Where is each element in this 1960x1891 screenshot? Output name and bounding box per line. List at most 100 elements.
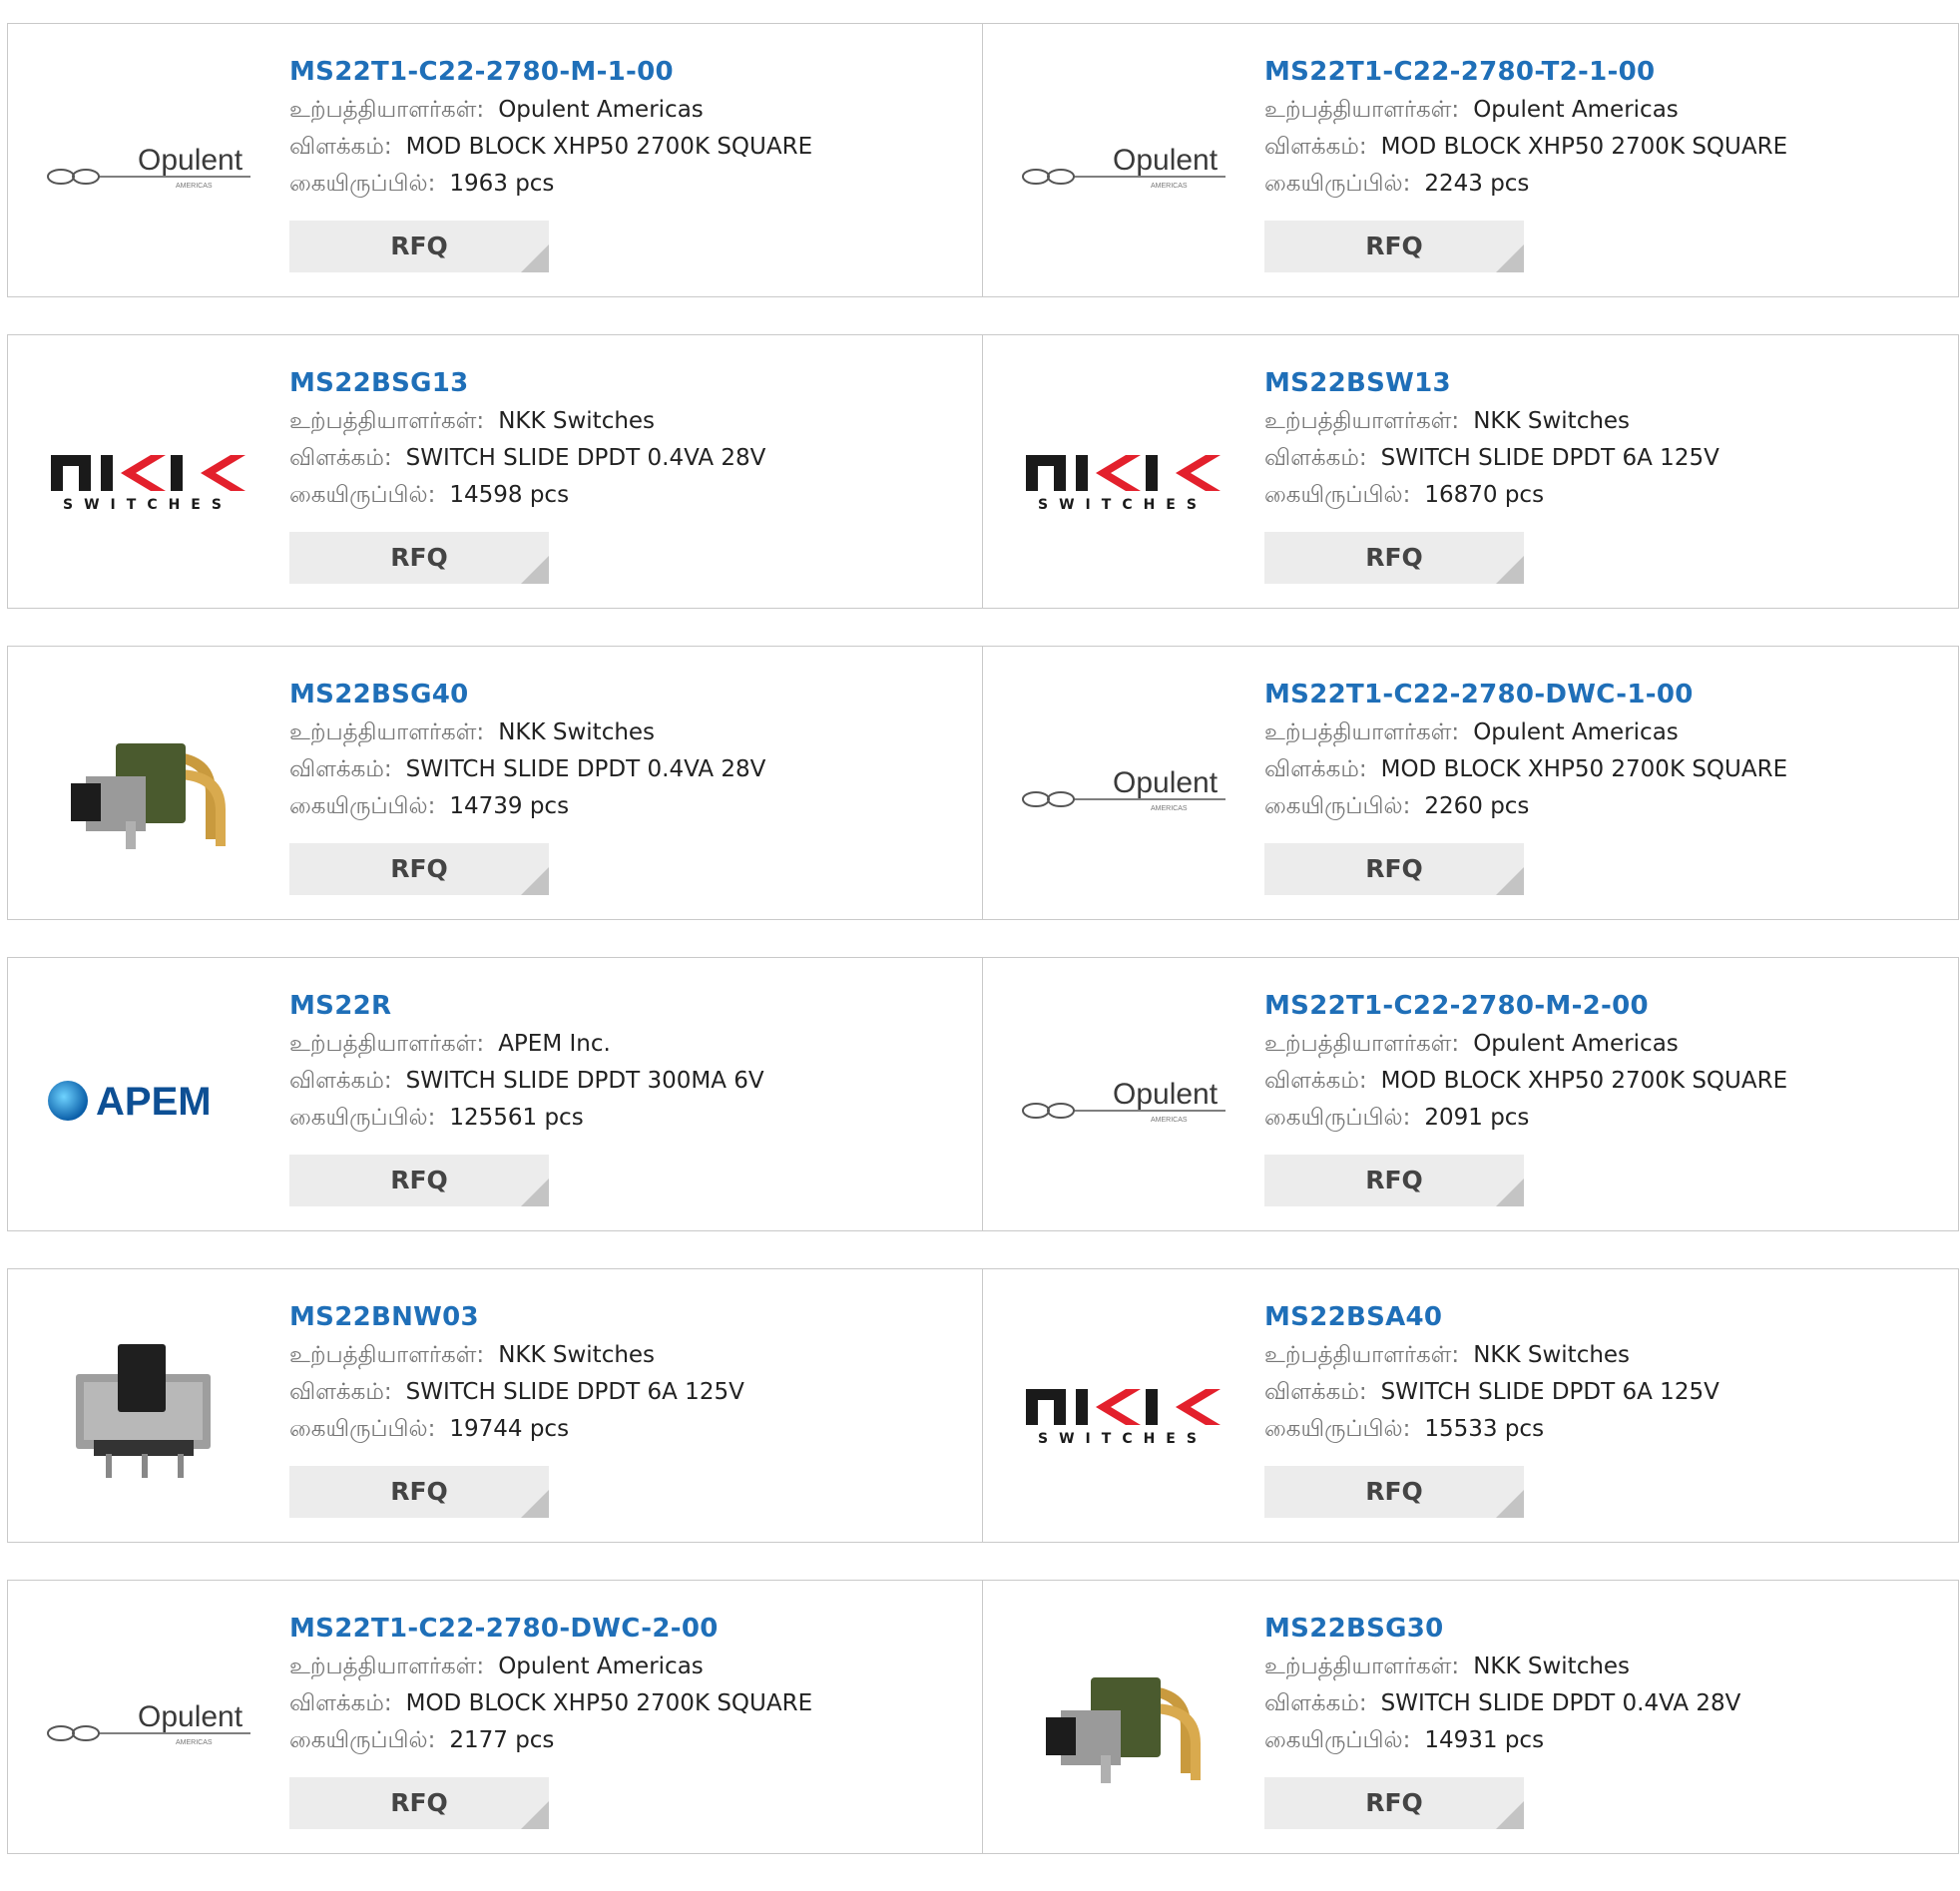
- stock-row: கையிருப்பில்: 1963 pcs: [289, 166, 812, 203]
- stock-value: 2177 pcs: [449, 1727, 555, 1753]
- part-number-link[interactable]: MS22BSA40: [1264, 1297, 1719, 1337]
- manufacturer-value: NKK Switches: [1473, 408, 1631, 434]
- part-number-link[interactable]: MS22T1-C22-2780-T2-1-00: [1264, 52, 1787, 92]
- stock-value: 14931 pcs: [1424, 1727, 1545, 1753]
- manufacturer-logo[interactable]: Opulent AMERICAS: [46, 1655, 250, 1790]
- manufacturer-logo[interactable]: SWITCHES: [1021, 1344, 1225, 1479]
- rfq-button[interactable]: RFQ: [289, 1155, 549, 1206]
- manufacturer-label: உற்பத்தியாளர்கள்:: [1264, 408, 1460, 434]
- part-number-link[interactable]: MS22BNW03: [289, 1297, 744, 1337]
- product-info: MS22BSG30 உற்பத்தியாளர்கள்: NKK Switches …: [1264, 1609, 1740, 1829]
- svg-text:AMERICAS: AMERICAS: [1151, 805, 1188, 812]
- manufacturer-logo[interactable]: SWITCHES: [46, 410, 250, 545]
- description-label: விளக்கம்:: [289, 445, 392, 471]
- description-label: விளக்கம்:: [1264, 445, 1367, 471]
- apem-logo-icon: APEM: [48, 1080, 212, 1124]
- description-value: MOD BLOCK XHP50 2700K SQUARE: [1380, 134, 1788, 160]
- manufacturer-logo[interactable]: [46, 1344, 250, 1479]
- rfq-button[interactable]: RFQ: [289, 221, 549, 272]
- part-number-link[interactable]: MS22BSG40: [289, 675, 765, 714]
- stock-label: கையிருப்பில்:: [1264, 1416, 1411, 1442]
- product-info: MS22T1-C22-2780-DWC-2-00 உற்பத்தியாளர்கள…: [289, 1609, 812, 1829]
- nkk-switches-logo-icon: SWITCHES: [1026, 454, 1221, 513]
- description-row: விளக்கம்: MOD BLOCK XHP50 2700K SQUARE: [1264, 129, 1787, 166]
- manufacturer-row: உற்பத்தியாளர்கள்: NKK Switches: [1264, 403, 1719, 440]
- product-info: MS22BSG13 உற்பத்தியாளர்கள்: NKK Switches …: [289, 363, 765, 584]
- rfq-button[interactable]: RFQ: [1264, 1155, 1524, 1206]
- product-info: MS22BSA40 உற்பத்தியாளர்கள்: NKK Switches …: [1264, 1297, 1719, 1518]
- rfq-button[interactable]: RFQ: [1264, 843, 1524, 895]
- rfq-button[interactable]: RFQ: [289, 1466, 549, 1518]
- description-value: SWITCH SLIDE DPDT 0.4VA 28V: [405, 756, 766, 782]
- product-card: Opulent AMERICAS MS22T1-C22-2780-DWC-2-0…: [7, 1580, 983, 1854]
- manufacturer-value: NKK Switches: [1473, 1654, 1631, 1679]
- description-label: விளக்கம்:: [1264, 134, 1367, 160]
- svg-text:SWITCHES: SWITCHES: [63, 497, 233, 513]
- manufacturer-logo[interactable]: Opulent AMERICAS: [1021, 1033, 1225, 1168]
- rfq-corner-decoration: [1496, 1801, 1524, 1829]
- description-value: MOD BLOCK XHP50 2700K SQUARE: [405, 1690, 813, 1716]
- svg-text:Opulent: Opulent: [138, 1700, 244, 1733]
- rfq-corner-decoration: [521, 867, 549, 895]
- manufacturer-row: உற்பத்தியாளர்கள்: Opulent Americas: [289, 1649, 812, 1685]
- manufacturer-logo[interactable]: Opulent AMERICAS: [1021, 99, 1225, 234]
- stock-row: கையிருப்பில்: 15533 pcs: [1264, 1411, 1719, 1448]
- manufacturer-logo[interactable]: APEM: [46, 1033, 250, 1168]
- rfq-button[interactable]: RFQ: [289, 1777, 549, 1829]
- description-row: விளக்கம்: MOD BLOCK XHP50 2700K SQUARE: [289, 129, 812, 166]
- stock-value: 19744 pcs: [449, 1416, 570, 1442]
- description-row: விளக்கம்: SWITCH SLIDE DPDT 0.4VA 28V: [289, 751, 765, 788]
- manufacturer-label: உற்பத்தியாளர்கள்:: [1264, 97, 1460, 123]
- manufacturer-label: உற்பத்தியாளர்கள்:: [289, 1342, 485, 1368]
- part-number-link[interactable]: MS22T1-C22-2780-M-2-00: [1264, 986, 1787, 1026]
- nkk-switches-logo-icon: SWITCHES: [51, 454, 245, 513]
- manufacturer-label: உற்பத்தியாளர்கள்:: [289, 97, 485, 123]
- rfq-label: RFQ: [390, 543, 448, 572]
- rfq-button[interactable]: RFQ: [289, 532, 549, 584]
- description-row: விளக்கம்: MOD BLOCK XHP50 2700K SQUARE: [1264, 1063, 1787, 1100]
- part-number-link[interactable]: MS22T1-C22-2780-M-1-00: [289, 52, 812, 92]
- stock-label: கையிருப்பில்:: [289, 1105, 436, 1131]
- manufacturer-value: Opulent Americas: [498, 1654, 704, 1679]
- part-number-link[interactable]: MS22R: [289, 986, 764, 1026]
- opulent-logo-icon: Opulent AMERICAS: [1022, 1078, 1225, 1124]
- stock-value: 15533 pcs: [1424, 1416, 1545, 1442]
- manufacturer-value: Opulent Americas: [1473, 719, 1679, 745]
- product-row: SWITCHES MS22BSG13 உற்பத்தியாளர்கள்: NKK …: [7, 334, 1959, 609]
- rfq-button[interactable]: RFQ: [1264, 1777, 1524, 1829]
- manufacturer-logo[interactable]: Opulent AMERICAS: [1021, 721, 1225, 856]
- rfq-button[interactable]: RFQ: [289, 843, 549, 895]
- manufacturer-value: Opulent Americas: [1473, 97, 1679, 123]
- manufacturer-logo[interactable]: SWITCHES: [1021, 410, 1225, 545]
- manufacturer-value: NKK Switches: [498, 408, 656, 434]
- stock-row: கையிருப்பில்: 16870 pcs: [1264, 477, 1719, 514]
- part-number-link[interactable]: MS22T1-C22-2780-DWC-2-00: [289, 1609, 812, 1649]
- part-number-link[interactable]: MS22T1-C22-2780-DWC-1-00: [1264, 675, 1787, 714]
- part-number-link[interactable]: MS22BSG13: [289, 363, 765, 403]
- manufacturer-logo[interactable]: [1021, 1655, 1225, 1790]
- manufacturer-label: உற்பத்தியாளர்கள்:: [1264, 1031, 1460, 1057]
- rfq-label: RFQ: [390, 1477, 448, 1506]
- rfq-corner-decoration: [521, 1179, 549, 1206]
- manufacturer-label: உற்பத்தியாளர்கள்:: [1264, 719, 1460, 745]
- product-card: MS22BSG30 உற்பத்தியாளர்கள்: NKK Switches …: [983, 1580, 1959, 1854]
- stock-value: 14739 pcs: [449, 793, 570, 819]
- stock-label: கையிருப்பில்:: [289, 1416, 436, 1442]
- manufacturer-value: NKK Switches: [498, 719, 656, 745]
- rfq-button[interactable]: RFQ: [1264, 221, 1524, 272]
- rfq-button[interactable]: RFQ: [1264, 1466, 1524, 1518]
- product-card: APEM MS22R உற்பத்தியாளர்கள்: APEM Inc. வி…: [7, 957, 983, 1231]
- product-card: Opulent AMERICAS MS22T1-C22-2780-M-1-00 …: [7, 23, 983, 297]
- rfq-corner-decoration: [521, 556, 549, 584]
- stock-value: 2243 pcs: [1424, 171, 1530, 197]
- part-number-link[interactable]: MS22BSW13: [1264, 363, 1719, 403]
- stock-row: கையிருப்பில்: 2260 pcs: [1264, 788, 1787, 825]
- stock-label: கையிருப்பில்:: [1264, 482, 1411, 508]
- manufacturer-logo[interactable]: Opulent AMERICAS: [46, 99, 250, 234]
- manufacturer-logo[interactable]: [46, 721, 250, 856]
- nkk-switches-logo-icon: SWITCHES: [1026, 1388, 1221, 1447]
- rfq-button[interactable]: RFQ: [1264, 532, 1524, 584]
- rfq-label: RFQ: [390, 1166, 448, 1194]
- part-number-link[interactable]: MS22BSG30: [1264, 1609, 1740, 1649]
- manufacturer-label: உற்பத்தியாளர்கள்:: [289, 1654, 485, 1679]
